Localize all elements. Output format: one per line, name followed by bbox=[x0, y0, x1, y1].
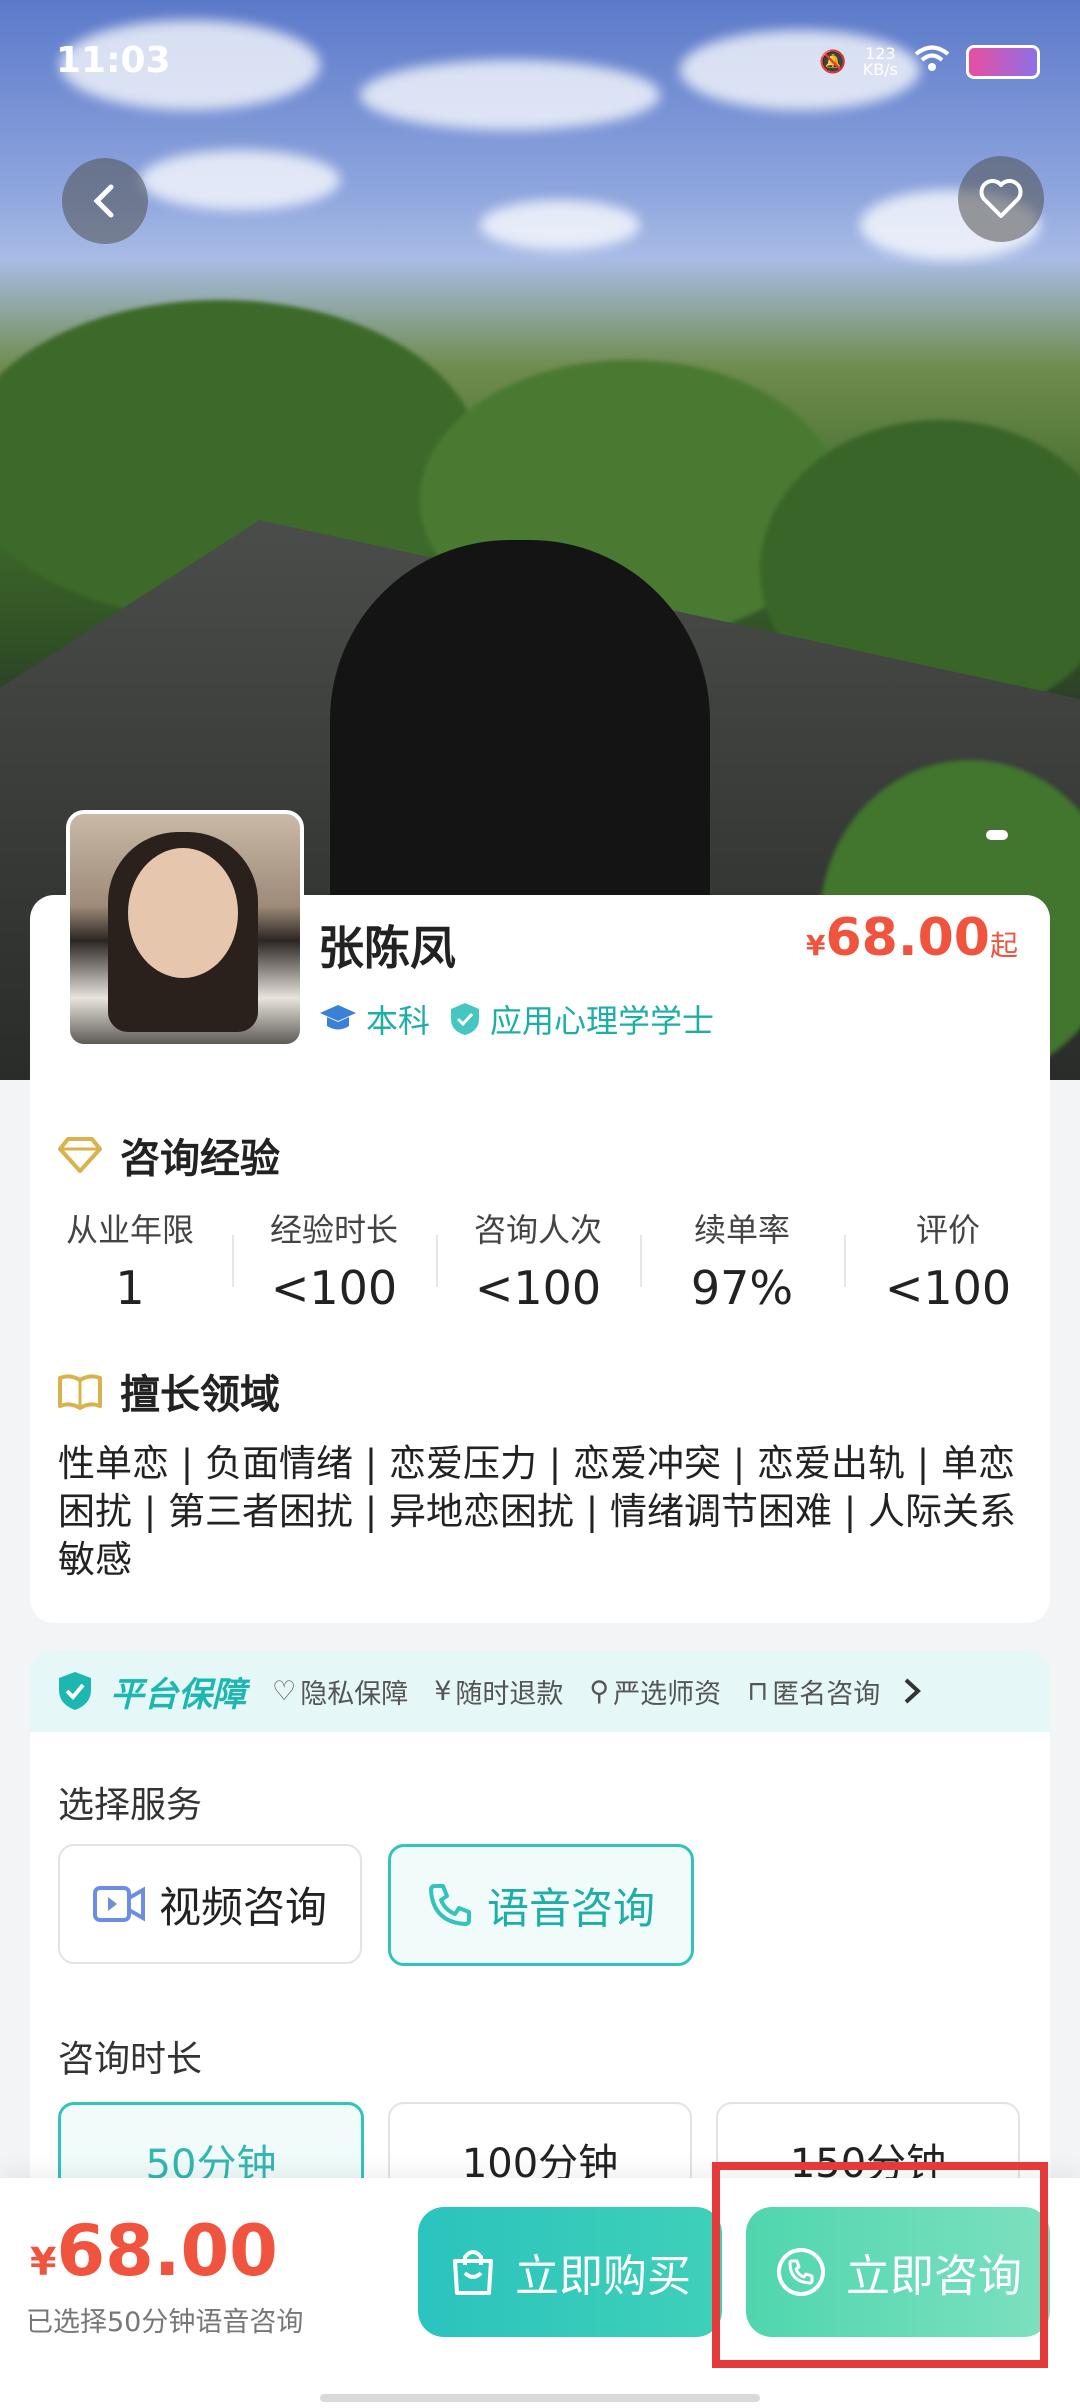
stat-value: <100 bbox=[270, 1261, 398, 1315]
stat-hours: 经验时长 <100 bbox=[232, 1205, 436, 1315]
guarantee-item-text: 匿名咨询 bbox=[772, 1678, 881, 1710]
highlight-box bbox=[712, 2162, 1048, 2368]
guarantee-item-text: 随时退款 bbox=[455, 1678, 564, 1710]
stat-value: 1 bbox=[115, 1261, 145, 1315]
service-label: 选择服务 bbox=[58, 1785, 203, 1826]
favorite-button[interactable] bbox=[958, 156, 1044, 242]
price-suffix: 起 bbox=[989, 929, 1018, 962]
avatar bbox=[66, 810, 304, 1048]
award-icon: ⚲ bbox=[589, 1675, 610, 1707]
verified-shield-icon bbox=[451, 1003, 479, 1035]
specialty-title: 擅长领域 bbox=[58, 1362, 280, 1420]
specialty-text: 性单恋 | 负面情绪 | 恋爱压力 | 恋爱冲突 | 恋爱出轨 | 单恋困扰 |… bbox=[58, 1442, 1016, 1581]
shield-check-icon bbox=[59, 1672, 91, 1710]
experience-title: 咨询经验 bbox=[58, 1126, 280, 1184]
stat-label: 从业年限 bbox=[65, 1211, 194, 1249]
degree-badge: 应用心理学学士 bbox=[448, 996, 714, 1042]
total-price: ¥68.00 bbox=[30, 2210, 278, 2292]
guarantee-item: ⊓ 匿名咨询 bbox=[747, 1672, 880, 1711]
stat-years: 从业年限 1 bbox=[28, 1205, 232, 1315]
voice-consult-label: 语音咨询 bbox=[486, 1883, 655, 1933]
video-consult-label: 视频咨询 bbox=[158, 1882, 327, 1932]
book-icon bbox=[58, 1374, 102, 1410]
status-time: 11:03 bbox=[56, 40, 171, 81]
stat-sessions: 咨询人次 <100 bbox=[436, 1205, 640, 1315]
home-indicator bbox=[320, 2394, 760, 2402]
lock-icon: ⊓ bbox=[747, 1675, 769, 1707]
stat-value: <100 bbox=[884, 1261, 1012, 1315]
platform-guarantee-bar[interactable]: 平台保障 ♡ 隐私保障 ¥ 随时退款 ⚲ 严选师资 ⊓ 匿名咨询 bbox=[30, 1650, 1050, 1732]
counselor-name: 张陈凤 bbox=[318, 921, 456, 975]
stat-label: 咨询人次 bbox=[473, 1211, 602, 1249]
total-value: 68.00 bbox=[56, 2210, 278, 2292]
yen-circle-icon: ¥ bbox=[434, 1675, 452, 1707]
degree-text: 应用心理学学士 bbox=[490, 1002, 715, 1040]
duration-label: 咨询时长 bbox=[58, 2039, 203, 2080]
shield-small-icon: ♡ bbox=[272, 1675, 297, 1707]
chevron-right-icon bbox=[904, 1678, 922, 1704]
video-consult-option[interactable]: 视频咨询 bbox=[58, 1844, 362, 1964]
video-camera-icon bbox=[92, 1886, 145, 1922]
net-speed: 123 KB/s bbox=[862, 44, 898, 79]
guarantee-item: ¥ 随时退款 bbox=[434, 1672, 563, 1711]
price-value: 68.00 bbox=[825, 908, 990, 968]
guarantee-title: 平台保障 bbox=[110, 1674, 246, 1715]
stat-value: <100 bbox=[474, 1261, 602, 1315]
guarantee-item: ♡ 隐私保障 bbox=[272, 1672, 408, 1711]
stat-reviews: 评价 <100 bbox=[846, 1205, 1050, 1315]
mute-icon: 🔕 bbox=[819, 49, 847, 75]
guarantee-item-text: 严选师资 bbox=[613, 1678, 722, 1710]
total-currency: ¥ bbox=[30, 2240, 57, 2284]
stat-renewal: 续单率 97% bbox=[640, 1205, 844, 1315]
buy-now-button[interactable]: 立即购买 bbox=[418, 2207, 722, 2337]
voice-consult-option[interactable]: 语音咨询 bbox=[388, 1844, 694, 1966]
shopping-bag-icon bbox=[453, 2250, 493, 2295]
carousel-indicator bbox=[986, 830, 1008, 840]
stat-label: 评价 bbox=[915, 1211, 980, 1249]
experience-title-text: 咨询经验 bbox=[120, 1136, 280, 1182]
education-text: 本科 bbox=[366, 1002, 431, 1040]
selected-info: 已选择50分钟语音咨询 bbox=[26, 2307, 304, 2338]
phone-icon bbox=[428, 1884, 471, 1926]
stat-value: 97% bbox=[690, 1261, 794, 1315]
price-from: ¥68.00起 bbox=[806, 908, 1018, 968]
guarantee-item-text: 隐私保障 bbox=[300, 1678, 409, 1710]
heart-outline-icon bbox=[979, 179, 1023, 218]
stat-label: 经验时长 bbox=[269, 1211, 398, 1249]
wifi-icon bbox=[914, 45, 950, 79]
education-badge: 本科 bbox=[318, 996, 430, 1042]
guarantee-item: ⚲ 严选师资 bbox=[589, 1672, 721, 1711]
graduation-cap-icon bbox=[320, 1005, 356, 1030]
battery-icon bbox=[966, 45, 1040, 79]
price-currency: ¥ bbox=[806, 929, 826, 962]
chevron-left-icon bbox=[93, 184, 114, 218]
buy-now-label: 立即购买 bbox=[515, 2251, 691, 2302]
status-icons: 🔕 123 KB/s bbox=[819, 42, 1040, 82]
diamond-icon bbox=[58, 1137, 102, 1173]
back-button[interactable] bbox=[62, 158, 148, 244]
stat-label: 续单率 bbox=[693, 1211, 790, 1249]
specialty-title-text: 擅长领域 bbox=[120, 1372, 280, 1418]
